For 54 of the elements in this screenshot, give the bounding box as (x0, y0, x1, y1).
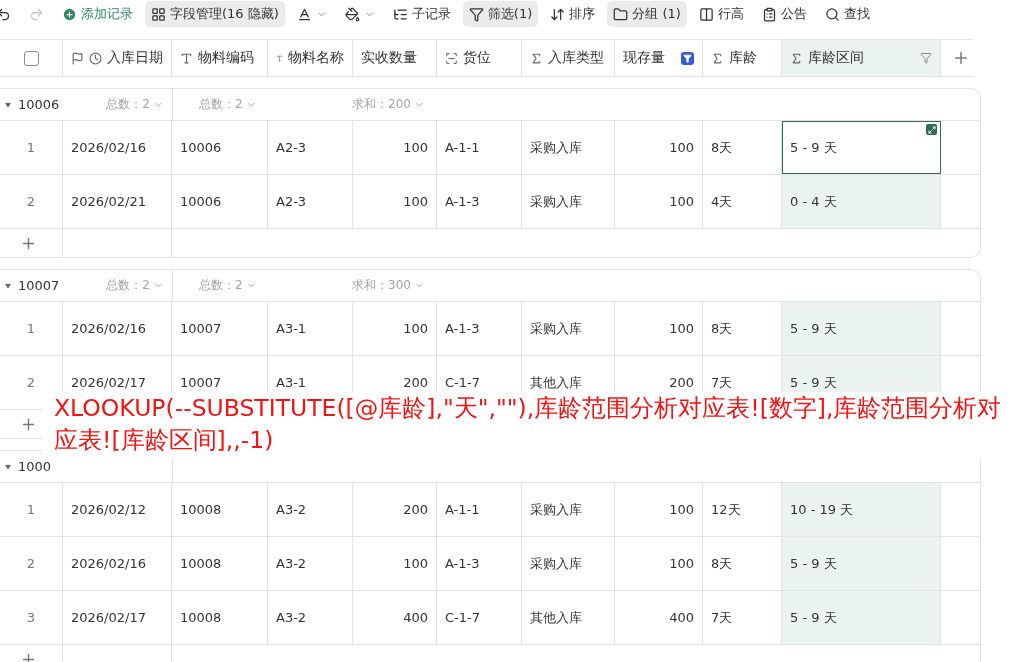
notice-button[interactable]: 公告 (755, 1, 813, 27)
columns-icon (698, 6, 714, 22)
scan-icon (445, 51, 458, 65)
add-record-button[interactable]: 添加记录 (56, 1, 139, 27)
paint-bucket-icon (344, 6, 360, 22)
caret-icon[interactable] (4, 281, 12, 290)
group-label: 1000 (18, 459, 52, 474)
search-icon (824, 6, 840, 22)
column-label: 物料名称 (288, 49, 344, 67)
group-button[interactable]: 分组 (1) (607, 1, 687, 27)
folder-icon (613, 6, 629, 22)
column-header[interactable]: 库龄区间 (782, 40, 941, 76)
table-cell: 5 - 9 天 (782, 121, 941, 174)
plus-circle-icon (62, 6, 77, 22)
field-manager-button[interactable]: 字段管理(16 隐藏) (145, 1, 285, 27)
sub-record-button[interactable]: 子记录 (386, 1, 457, 27)
expand-icon[interactable] (926, 124, 937, 135)
column-label: 现存量 (623, 49, 666, 67)
table-cell: 10 - 19 天 (782, 483, 941, 536)
column-label: 入库类型 (548, 49, 605, 67)
plus-icon (952, 49, 970, 67)
clipboard-icon (761, 6, 777, 22)
caret-icon[interactable] (4, 462, 12, 471)
sigma-icon (790, 51, 803, 65)
undo-icon (0, 6, 11, 22)
text-type-icon (180, 51, 193, 65)
filter-button[interactable]: 筛选(1) (462, 1, 539, 27)
group-label: 10007 (18, 278, 60, 293)
sigma-icon (530, 51, 543, 65)
redo-icon (29, 6, 44, 22)
sort-icon (550, 6, 566, 22)
checkbox[interactable] (23, 50, 39, 66)
sort-button[interactable]: 排序 (544, 1, 602, 27)
clock-icon (89, 51, 102, 65)
column-label: 物料编码 (198, 49, 255, 67)
table-cell: 5 - 9 天 (782, 302, 941, 355)
sigma-icon (711, 51, 724, 65)
filter-icon (468, 6, 484, 22)
column-label: 实收数量 (361, 49, 418, 67)
column-label: 货位 (463, 49, 492, 67)
grid-icon (151, 6, 166, 22)
row-height-button[interactable]: 行高 (692, 1, 750, 27)
flag-icon (71, 51, 84, 65)
group-label: 10006 (18, 97, 60, 112)
tree-icon (392, 6, 408, 22)
table-cell: 5 - 9 天 (782, 537, 941, 590)
column-label: 库龄区间 (808, 49, 865, 67)
text-color-icon (296, 6, 312, 22)
column-label: 库龄 (729, 49, 758, 67)
table-cell: 0 - 4 天 (782, 175, 941, 228)
table-cell: 5 - 9 天 (782, 591, 941, 644)
caret-icon[interactable] (4, 100, 12, 109)
search-button[interactable]: 查找 (818, 1, 876, 27)
column-label: 入库日期 (107, 49, 163, 67)
